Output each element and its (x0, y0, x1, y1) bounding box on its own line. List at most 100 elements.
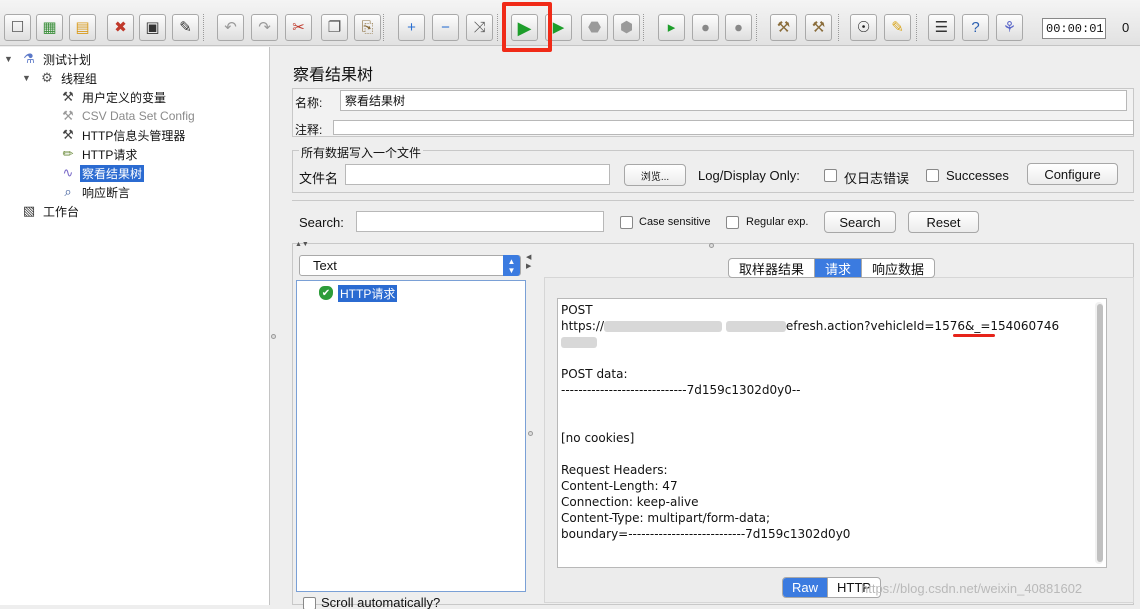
redo-button[interactable]: ↷ (251, 14, 278, 41)
vertical-splitter-handle[interactable] (528, 431, 533, 436)
reset-search-icon: ✎ (891, 19, 904, 36)
errors-only-label: 仅日志错误 (844, 171, 910, 186)
tree-node-label: 线程组 (61, 71, 98, 86)
stop-button[interactable]: ⬣ (581, 14, 608, 41)
tree-node[interactable]: ⚙ 线程组 (38, 69, 99, 87)
search-input[interactable] (356, 211, 604, 232)
copy-button[interactable]: ❐ (321, 14, 348, 41)
cookies-line: [no cookies] (561, 431, 635, 445)
clear-button[interactable]: ⚒ (770, 14, 797, 41)
case-sensitive-checkbox[interactable] (620, 216, 633, 229)
search-label: Search: (299, 215, 344, 230)
request-url-suffix: efresh.action?vehicleId=1576&_=154060746 (785, 319, 1060, 333)
test-plan-icon: ⚗ (23, 51, 35, 66)
comment-field[interactable] (333, 120, 1134, 135)
remote-stop-icon: ⦁ (701, 19, 710, 36)
tree-node-label: 用户定义的变量 (82, 90, 167, 105)
collapse-arrows-icon[interactable]: ▲▼ (295, 241, 309, 248)
name-field[interactable]: 察看结果树 (340, 90, 1127, 111)
clear-all-icon: ⚒ (811, 19, 826, 36)
redacted-path (725, 321, 786, 332)
redacted-host (604, 321, 723, 332)
paste-button[interactable]: ⎘ (354, 14, 381, 41)
detail-tab[interactable]: 取样器结果 (729, 259, 816, 277)
save-as-button[interactable]: ✎ (172, 14, 199, 41)
request-scrollbar-thumb[interactable] (1097, 304, 1103, 562)
detail-tabs: 取样器结果 请求 响应数据 (728, 258, 936, 278)
sample-result-list[interactable]: ✔ HTTP请求 (296, 280, 526, 592)
expand-button[interactable]: + (398, 14, 425, 41)
sample-result-item[interactable]: ✔ HTTP请求 (319, 284, 398, 302)
toggle-button[interactable]: ⤨ (466, 14, 493, 41)
tree-splitter-handle[interactable] (271, 334, 276, 339)
new-icon: ☐ (10, 19, 25, 36)
post-data-label: POST data: (561, 367, 628, 381)
filename-label: 文件名 (299, 171, 339, 186)
tree-node[interactable]: ⌕ 响应断言 (59, 183, 132, 201)
tree-node[interactable]: ∿ 察看结果树 (59, 164, 145, 182)
open-button[interactable]: ▤ (69, 14, 96, 41)
toolbar-separator (383, 14, 384, 41)
request-text-area[interactable]: POST https:// efresh.action?vehicleId=15… (557, 298, 1107, 568)
detail-tab[interactable]: 请求 (815, 259, 863, 277)
help-button[interactable]: ? (962, 14, 989, 41)
templates-button[interactable]: ▦ (36, 14, 63, 41)
tree-node-label: 响应断言 (82, 185, 131, 200)
tree-node[interactable]: ⚗ 测试计划 (20, 50, 93, 68)
search-button[interactable]: Search (824, 211, 896, 233)
toolbar-separator (916, 14, 917, 41)
undo-icon: ↶ (224, 19, 237, 36)
filename-field[interactable] (345, 164, 610, 185)
shutdown-button[interactable]: ⬢ (613, 14, 640, 41)
assertion-icon: ⌕ (64, 184, 72, 199)
browse-button[interactable]: 浏览... (624, 164, 686, 186)
remote-shutdown-button[interactable]: ⦁ (725, 14, 752, 41)
tree-node[interactable]: ⚒ CSV Data Set Config (59, 107, 197, 125)
successes-checkbox[interactable] (926, 169, 939, 182)
tree-node[interactable]: ✏ HTTP请求 (59, 145, 139, 163)
cut-button[interactable]: ✂ (285, 14, 312, 41)
main-toolbar: ☐ ▦ ▤ ✖ ▣ ✎ ↶ ↷ ✂ ❐ ⎘ + − ⤨ ▶ ▶ ⬣ ⬢ ▸ ⦁ ⦁ ⚒ ⚒ ☉ ✎ ☰? ⚘ (0, 0, 1140, 46)
view-mode-tab[interactable]: Raw (783, 578, 829, 597)
split-arrows-icon[interactable]: ◀ ▶ (526, 253, 531, 271)
log-viewer-icon: ⚘ (1002, 19, 1017, 36)
collapse-button[interactable]: − (432, 14, 459, 41)
new-button[interactable]: ☐ (4, 14, 31, 41)
regular-exp-checkbox[interactable] (726, 216, 739, 229)
redo-icon: ↷ (258, 19, 271, 36)
clear-all-button[interactable]: ⚒ (805, 14, 832, 41)
scroll-automatically-checkbox[interactable] (303, 597, 316, 609)
results-tree-panel: 察看结果树 名称: 察看结果树 注释: 所有数据写入一个文件 文件名 浏览...… (279, 47, 1140, 609)
tree-expand-icon[interactable]: ▼ (4, 54, 13, 64)
undo-button[interactable]: ↶ (217, 14, 244, 41)
log-viewer-button[interactable]: ⚘ (996, 14, 1023, 41)
search-button[interactable]: ☉ (850, 14, 877, 41)
function-helper-button[interactable]: ☰ (928, 14, 955, 41)
toolbar-separator (497, 14, 498, 41)
workbench-icon: ▧ (22, 203, 36, 218)
errors-only-checkbox[interactable] (824, 169, 837, 182)
tree-node[interactable]: ⚒ HTTP信息头管理器 (59, 126, 187, 144)
horizontal-splitter-handle[interactable] (709, 243, 714, 248)
successes-label: Successes (946, 168, 1009, 183)
remote-stop-button[interactable]: ⦁ (692, 14, 719, 41)
reset-button[interactable]: Reset (908, 211, 979, 233)
remote-start-button[interactable]: ▸ (658, 14, 685, 41)
renderer-select[interactable]: Text ▲ ▼ (299, 255, 521, 276)
redacted-timestamp (561, 337, 597, 348)
close-button[interactable]: ✖ (107, 14, 134, 41)
start-no-pause-icon: ▶ (552, 19, 565, 36)
tree-node[interactable]: ⚒ 用户定义的变量 (59, 88, 168, 106)
save-button[interactable]: ▣ (139, 14, 166, 41)
tree-expand-icon[interactable]: ▼ (22, 73, 31, 83)
tree-node[interactable]: ▧ 工作台 (20, 202, 81, 220)
configure-button[interactable]: Configure (1027, 163, 1118, 185)
config-element-disabled-icon: ⚒ (62, 108, 74, 123)
reset-search-button[interactable]: ✎ (884, 14, 911, 41)
case-sensitive-label: Case sensitive (639, 216, 711, 228)
scroll-automatically-option[interactable]: Scroll automatically? (303, 595, 440, 609)
request-url-overflow (561, 334, 1106, 350)
detail-tab[interactable]: 响应数据 (862, 259, 934, 277)
toolbar-separator (203, 14, 204, 41)
log-display-label: Log/Display Only: (698, 168, 800, 183)
